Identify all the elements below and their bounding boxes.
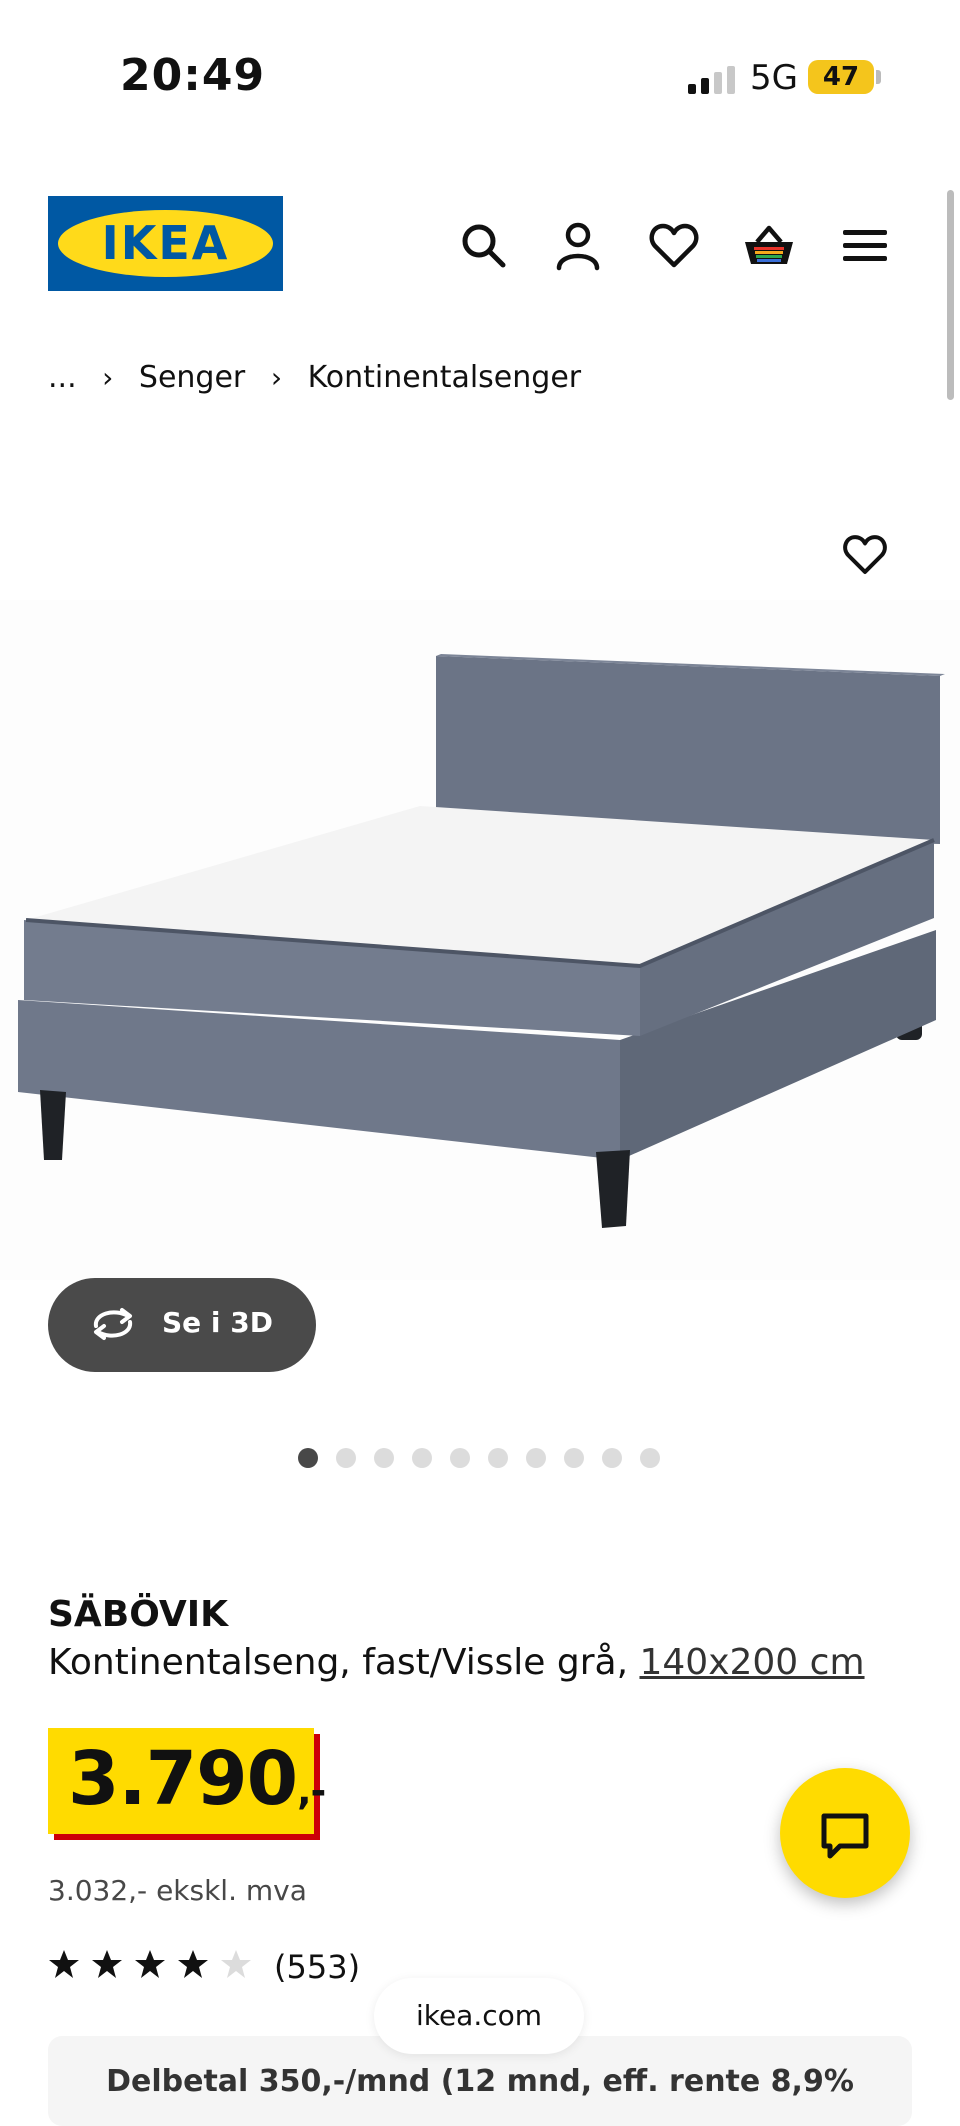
star-filled-icon	[92, 1950, 122, 1978]
chevron-right-icon: ›	[102, 361, 114, 394]
favourite-icon[interactable]	[840, 530, 890, 580]
price-tag: 3.790,-	[48, 1728, 326, 1834]
product-image[interactable]	[0, 600, 960, 1280]
status-time: 20:49	[120, 50, 266, 101]
network-label: 5G	[750, 58, 798, 98]
review-count[interactable]: (553)	[274, 1948, 360, 1986]
view-3d-button[interactable]: Se i 3D	[48, 1278, 316, 1372]
pagination-dot[interactable]	[298, 1448, 318, 1468]
pagination-dot[interactable]	[336, 1448, 356, 1468]
signal-icon	[688, 66, 735, 94]
price-suffix: ,-	[297, 1769, 326, 1813]
price-excl-vat: 3.032,- ekskl. mva	[48, 1874, 307, 1907]
rotate-3d-icon	[93, 1308, 133, 1340]
chat-button[interactable]	[780, 1768, 910, 1898]
pagination-dot[interactable]	[374, 1448, 394, 1468]
pagination-dot[interactable]	[640, 1448, 660, 1468]
account-icon[interactable]	[550, 218, 606, 274]
star-filled-icon	[49, 1950, 79, 1978]
pagination-dot[interactable]	[412, 1448, 432, 1468]
menu-icon[interactable]	[837, 218, 893, 274]
breadcrumb-ellipsis[interactable]: ...	[48, 360, 77, 395]
pagination-dot[interactable]	[526, 1448, 546, 1468]
breadcrumb: ... › Senger › Kontinentalsenger	[48, 360, 581, 395]
pagination-dot[interactable]	[450, 1448, 470, 1468]
battery-tip	[876, 70, 881, 84]
pagination-dot[interactable]	[488, 1448, 508, 1468]
ikea-logo[interactable]: IKEA	[48, 196, 283, 291]
star-filled-icon	[135, 1950, 165, 1978]
product-name: SÄBÖVIK	[48, 1594, 229, 1635]
view-3d-label: Se i 3D	[162, 1306, 273, 1339]
browser-url-bar[interactable]: ikea.com	[374, 1978, 584, 2054]
logo-text: IKEA	[101, 216, 230, 270]
pagination-dot[interactable]	[564, 1448, 584, 1468]
star-empty-icon	[221, 1950, 251, 1978]
product-size-link[interactable]: 140x200 cm	[639, 1642, 864, 1683]
breadcrumb-item-kontinentalsenger[interactable]: Kontinentalsenger	[308, 360, 582, 395]
battery-icon: 47	[808, 60, 874, 94]
search-icon[interactable]	[456, 218, 512, 274]
product-description: Kontinentalseng, fast/Vissle grå, 140x20…	[48, 1642, 865, 1683]
basket-icon[interactable]	[741, 218, 797, 274]
price-main: 3.790	[68, 1736, 298, 1822]
price-value: 3.790,-	[68, 1736, 326, 1822]
status-bar: 20:49 5G 47	[0, 0, 960, 150]
chat-icon	[821, 1813, 869, 1859]
heart-icon[interactable]	[646, 218, 702, 274]
star-filled-icon	[178, 1950, 208, 1978]
chevron-right-icon: ›	[270, 361, 283, 394]
product-description-text: Kontinentalseng, fast/Vissle grå,	[48, 1642, 629, 1683]
site-header: IKEA	[0, 180, 960, 320]
finance-text: Delbetal 350,-/mnd (12 mnd, eff. rente 8…	[106, 2064, 854, 2099]
pagination-dot[interactable]	[602, 1448, 622, 1468]
breadcrumb-item-senger[interactable]: Senger	[139, 360, 245, 395]
